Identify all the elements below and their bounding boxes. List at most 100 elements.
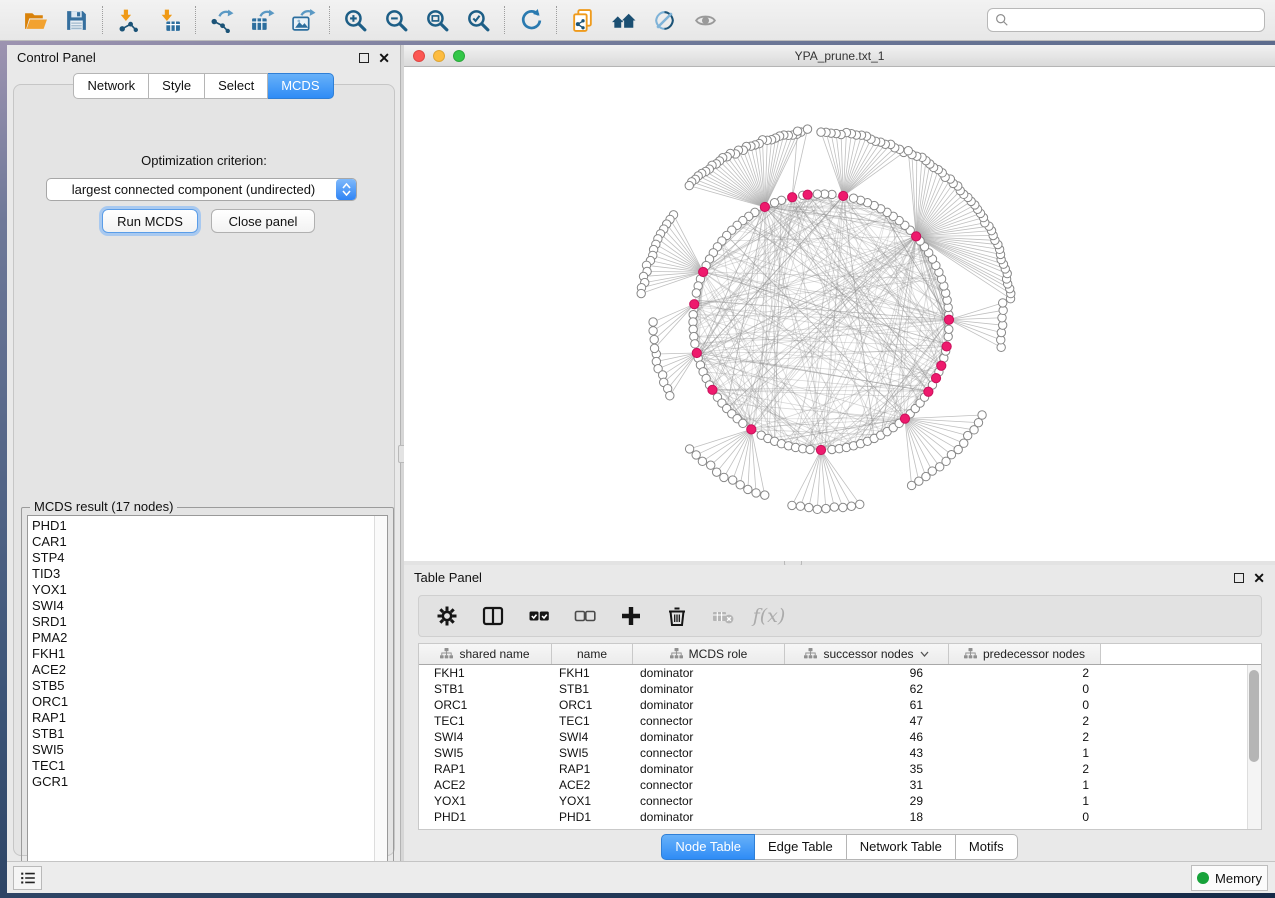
mcds-result-list[interactable]: PHD1CAR1STP4TID3YOX1SWI4SRD1PMA2FKH1ACE2… xyxy=(27,515,388,873)
graph-node[interactable] xyxy=(806,445,814,453)
graph-leaf-node[interactable] xyxy=(803,125,811,133)
graph-leaf-node[interactable] xyxy=(974,418,982,426)
graph-node[interactable] xyxy=(770,199,778,207)
mcds-result-item[interactable]: SRD1 xyxy=(32,614,387,630)
graph-hub-node[interactable] xyxy=(839,191,848,200)
search-input[interactable] xyxy=(1014,13,1257,27)
graph-hub-node[interactable] xyxy=(900,414,909,423)
table-row[interactable]: YOX1YOX1connector291 xyxy=(419,793,1247,809)
table-scrollbar[interactable] xyxy=(1247,665,1261,829)
mcds-result-item[interactable]: STB1 xyxy=(32,726,387,742)
tab-mcds[interactable]: MCDS xyxy=(268,73,333,99)
graph-leaf-node[interactable] xyxy=(650,335,658,343)
graph-leaf-node[interactable] xyxy=(744,485,752,493)
graph-hub-node[interactable] xyxy=(690,300,699,309)
mcds-result-item[interactable]: PMA2 xyxy=(32,630,387,646)
tab-motifs[interactable]: Motifs xyxy=(956,834,1018,860)
memory-button[interactable]: Memory xyxy=(1191,865,1268,891)
tab-edge-table[interactable]: Edge Table xyxy=(755,834,847,860)
tab-node-table[interactable]: Node Table xyxy=(661,834,755,860)
graph-node[interactable] xyxy=(813,190,821,198)
graph-leaf-node[interactable] xyxy=(998,299,1006,307)
graph-hub-node[interactable] xyxy=(803,190,812,199)
graph-leaf-node[interactable] xyxy=(692,451,700,459)
graph-leaf-node[interactable] xyxy=(817,128,825,136)
delete-table-icon[interactable] xyxy=(711,604,735,628)
split-columns-icon[interactable] xyxy=(481,604,505,628)
graph-leaf-node[interactable] xyxy=(650,344,658,352)
table-row[interactable]: STB1STB1dominator620 xyxy=(419,681,1247,697)
tab-select[interactable]: Select xyxy=(205,73,268,99)
graph-leaf-node[interactable] xyxy=(813,505,821,513)
graph-leaf-node[interactable] xyxy=(796,502,804,510)
graph-hub-node[interactable] xyxy=(816,445,825,454)
table-row[interactable]: ACE2ACE2connector311 xyxy=(419,777,1247,793)
graph-hub-node[interactable] xyxy=(692,348,701,357)
mcds-result-item[interactable]: STB5 xyxy=(32,678,387,694)
graph-leaf-node[interactable] xyxy=(637,289,645,297)
mcds-result-item[interactable]: SWI5 xyxy=(32,742,387,758)
show-all-icon[interactable] xyxy=(692,7,719,34)
homes-icon[interactable] xyxy=(610,7,637,34)
graph-hub-node[interactable] xyxy=(912,232,921,241)
tab-style[interactable]: Style xyxy=(149,73,205,99)
mcds-result-item[interactable]: PHD1 xyxy=(32,518,387,534)
graph-leaf-node[interactable] xyxy=(822,504,830,512)
import-network-icon[interactable] xyxy=(115,7,142,34)
mcds-result-item[interactable]: STP4 xyxy=(32,550,387,566)
table-row[interactable]: FKH1FKH1dominator962 xyxy=(419,665,1247,681)
float-panel-button[interactable] xyxy=(359,53,369,63)
zoom-selected-icon[interactable] xyxy=(465,7,492,34)
tab-network-table[interactable]: Network Table xyxy=(847,834,956,860)
graph-leaf-node[interactable] xyxy=(805,503,813,511)
table-row[interactable]: RAP1RAP1dominator352 xyxy=(419,761,1247,777)
network-window-titlebar[interactable]: YPA_prune.txt_1 xyxy=(404,45,1275,67)
export-network-icon[interactable] xyxy=(208,7,235,34)
mcds-result-item[interactable]: YOX1 xyxy=(32,582,387,598)
mcds-result-item[interactable]: CAR1 xyxy=(32,534,387,550)
graph-leaf-node[interactable] xyxy=(839,503,847,511)
select-all-icon[interactable] xyxy=(527,604,551,628)
close-panel-button[interactable]: ✕ xyxy=(378,53,390,63)
graph-leaf-node[interactable] xyxy=(752,489,760,497)
run-mcds-button[interactable]: Run MCDS xyxy=(102,209,198,233)
graph-hub-node[interactable] xyxy=(699,267,708,276)
zoom-out-icon[interactable] xyxy=(383,7,410,34)
export-image-icon[interactable] xyxy=(290,7,317,34)
graph-leaf-node[interactable] xyxy=(698,457,706,465)
graph-leaf-node[interactable] xyxy=(978,411,986,419)
function-builder-icon[interactable]: f(x) xyxy=(757,604,781,628)
graph-hub-node[interactable] xyxy=(931,374,940,383)
open-file-icon[interactable] xyxy=(22,7,49,34)
graph-leaf-node[interactable] xyxy=(761,491,769,499)
graph-leaf-node[interactable] xyxy=(904,147,912,155)
graph-node[interactable] xyxy=(849,194,857,202)
zoom-in-icon[interactable] xyxy=(342,7,369,34)
mcds-result-item[interactable]: SWI4 xyxy=(32,598,387,614)
add-column-icon[interactable] xyxy=(619,604,643,628)
mcds-result-item[interactable]: TEC1 xyxy=(32,758,387,774)
mcds-result-item[interactable]: RAP1 xyxy=(32,710,387,726)
graph-leaf-node[interactable] xyxy=(736,481,744,489)
mcds-result-item[interactable]: FKH1 xyxy=(32,646,387,662)
search-box[interactable] xyxy=(987,8,1265,32)
hide-selected-icon[interactable] xyxy=(651,7,678,34)
graph-hub-node[interactable] xyxy=(942,342,951,351)
import-table-icon[interactable] xyxy=(156,7,183,34)
panels-menu-button[interactable] xyxy=(13,866,42,890)
graph-node[interactable] xyxy=(692,289,700,297)
column-header-successor-nodes[interactable]: successor nodes xyxy=(785,644,949,664)
column-header-name[interactable]: name xyxy=(552,644,633,664)
graph-leaf-node[interactable] xyxy=(847,502,855,510)
graph-leaf-node[interactable] xyxy=(666,392,674,400)
close-panel-button[interactable]: ✕ xyxy=(1253,573,1265,583)
zoom-fit-icon[interactable] xyxy=(424,7,451,34)
graph-leaf-node[interactable] xyxy=(728,476,736,484)
graph-leaf-node[interactable] xyxy=(707,461,715,469)
graph-hub-node[interactable] xyxy=(924,387,933,396)
graph-leaf-node[interactable] xyxy=(649,327,657,335)
share-document-icon[interactable] xyxy=(569,7,596,34)
gear-icon[interactable] xyxy=(435,604,459,628)
graph-leaf-node[interactable] xyxy=(830,503,838,511)
delete-column-icon[interactable] xyxy=(665,604,689,628)
